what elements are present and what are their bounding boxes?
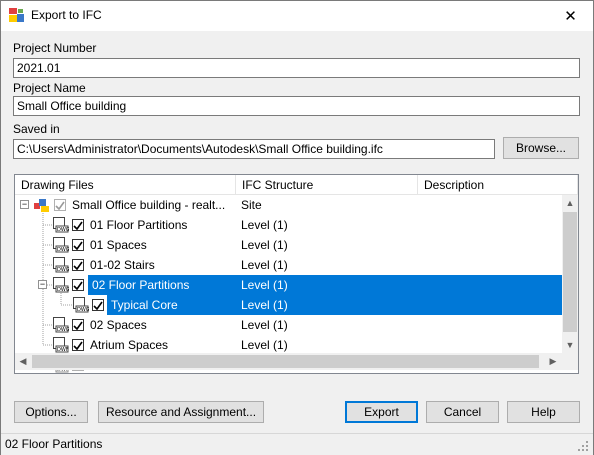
h-scroll-thumb[interactable] <box>32 355 539 368</box>
export-button[interactable]: Export <box>345 401 418 423</box>
vertical-scrollbar[interactable]: ▲ ▼ <box>562 195 578 353</box>
ifc-structure: Level (1) <box>241 258 288 272</box>
scroll-down-icon[interactable]: ▼ <box>562 337 578 353</box>
row-checkbox[interactable] <box>72 339 84 351</box>
svg-text:DWG: DWG <box>57 327 69 333</box>
row-checkbox[interactable] <box>54 199 66 211</box>
project-icon <box>34 197 50 213</box>
drawing-name: Atrium Spaces <box>90 338 169 352</box>
row-checkbox[interactable] <box>72 259 84 271</box>
drawing-name: Small Office building - realt... <box>72 198 226 212</box>
dwg-file-icon: DWG <box>53 277 70 293</box>
status-bar: 02 Floor Partitions <box>1 433 593 455</box>
tree-row-selected[interactable]: DWG Typical Core Level (1) <box>15 295 562 315</box>
dwg-file-icon: DWG <box>53 257 70 273</box>
tree-row[interactable]: − Small Office building - realt... Site <box>15 195 562 215</box>
scroll-thumb[interactable] <box>563 212 577 332</box>
status-text: 02 Floor Partitions <box>5 437 103 451</box>
scroll-right-icon[interactable]: ▶ <box>545 353 561 370</box>
tree-row[interactable]: DWG 01 Spaces Level (1) <box>15 235 562 255</box>
column-header-drawing-files[interactable]: Drawing Files <box>15 175 236 195</box>
window-title: Export to IFC <box>31 8 102 22</box>
drawing-name: 02 Spaces <box>90 318 147 332</box>
tree-row[interactable]: DWG 01 Floor Partitions Level (1) <box>15 215 562 235</box>
svg-text:DWG: DWG <box>57 267 69 273</box>
ifc-structure: Level (1) <box>241 218 288 232</box>
dwg-file-icon: DWG <box>53 237 70 253</box>
saved-in-field[interactable]: C:\Users\Administrator\Documents\Autodes… <box>13 139 495 159</box>
help-button[interactable]: Help <box>507 401 580 423</box>
ifc-structure: Level (1) <box>241 338 288 352</box>
scroll-up-icon[interactable]: ▲ <box>562 195 578 211</box>
cancel-button[interactable]: Cancel <box>426 401 499 423</box>
row-checkbox[interactable] <box>72 219 84 231</box>
svg-text:DWG: DWG <box>57 247 69 253</box>
browse-button[interactable]: Browse... <box>503 137 579 159</box>
close-icon: ✕ <box>564 8 577 25</box>
row-checkbox[interactable] <box>72 279 84 291</box>
svg-text:DWG: DWG <box>77 307 89 313</box>
drawing-name: Typical Core <box>111 298 178 312</box>
ifc-structure: Level (1) <box>241 318 288 332</box>
tree-row[interactable]: DWF Atrium Spaces Level (1) <box>15 335 562 355</box>
dwg-file-icon: DWF <box>53 337 69 353</box>
drawing-files-tree[interactable]: Drawing Files IFC Structure Description … <box>14 174 579 374</box>
resource-assignment-button[interactable]: Resource and Assignment... <box>98 401 264 423</box>
ifc-structure: Level (1) <box>241 298 288 312</box>
tree-row[interactable]: DWG 02 Spaces Level (1) <box>15 315 562 335</box>
collapse-icon[interactable]: − <box>20 200 29 209</box>
options-button[interactable]: Options... <box>14 401 88 423</box>
drawing-name: 01 Floor Partitions <box>90 218 188 232</box>
svg-text:DWG: DWG <box>57 287 69 293</box>
row-checkbox[interactable] <box>92 299 104 311</box>
collapse-icon[interactable]: − <box>38 280 47 289</box>
dwg-file-icon: DWG <box>73 297 90 313</box>
drawing-name: 02 Floor Partitions <box>92 278 190 292</box>
row-checkbox[interactable] <box>72 319 84 331</box>
dwg-file-icon: DWG <box>53 217 70 233</box>
ifc-structure: Level (1) <box>241 238 288 252</box>
close-button[interactable]: ✕ <box>548 1 593 31</box>
column-header-description[interactable]: Description <box>418 175 578 195</box>
drawing-name: 01 Spaces <box>90 238 147 252</box>
tree-row-selected[interactable]: − DWG 02 Floor Partitions Level (1) <box>15 275 562 295</box>
app-icon <box>9 8 24 22</box>
resize-grip-icon[interactable] <box>577 440 589 452</box>
svg-text:DWG: DWG <box>57 227 69 233</box>
horizontal-scrollbar[interactable]: ◀ ▶ <box>15 353 578 370</box>
project-name-label: Project Name <box>13 81 86 95</box>
column-header-ifc-structure[interactable]: IFC Structure <box>236 175 418 195</box>
row-checkbox[interactable] <box>72 239 84 251</box>
project-number-label: Project Number <box>13 41 97 55</box>
tree-row[interactable]: DWG 01-02 Stairs Level (1) <box>15 255 562 275</box>
scroll-left-icon[interactable]: ◀ <box>15 353 31 370</box>
ifc-structure: Site <box>241 198 262 212</box>
saved-in-label: Saved in <box>13 122 60 136</box>
project-name-field[interactable]: Small Office building <box>13 96 580 116</box>
drawing-name: 01-02 Stairs <box>90 258 155 272</box>
project-number-field[interactable]: 2021.01 <box>13 58 580 78</box>
ifc-structure: Level (1) <box>241 278 288 292</box>
dwg-file-icon: DWG <box>53 317 70 333</box>
